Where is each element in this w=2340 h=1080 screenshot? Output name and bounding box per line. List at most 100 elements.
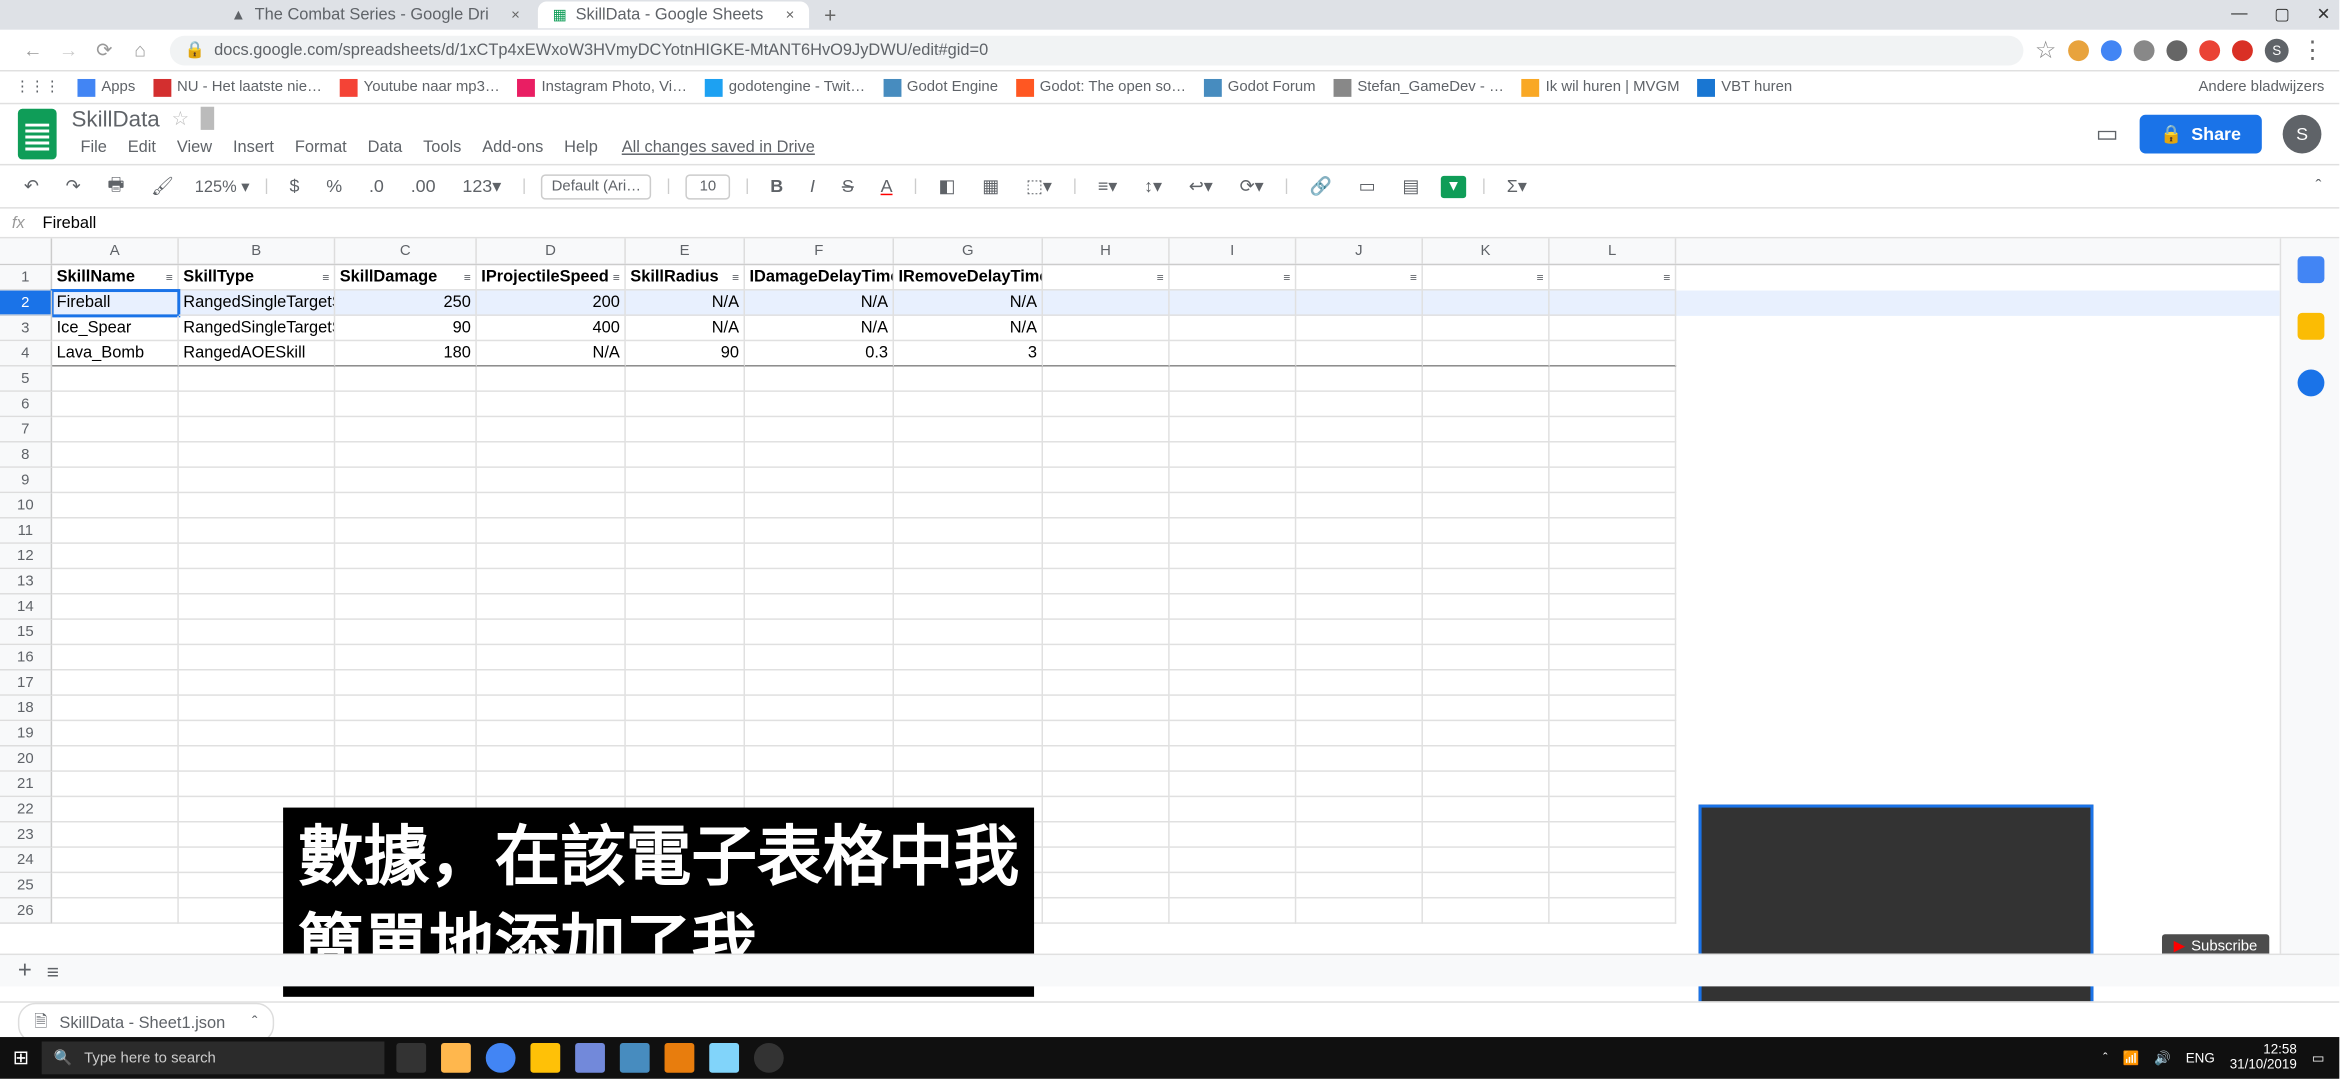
cell[interactable] (1043, 468, 1170, 493)
cell[interactable] (335, 569, 477, 594)
bookmark[interactable]: Godot Engine (883, 78, 998, 96)
filter-icon[interactable]: ≡ (166, 266, 173, 288)
cell[interactable]: Fireball (52, 291, 179, 316)
filter-icon[interactable]: ≡ (613, 266, 620, 288)
cell[interactable] (1170, 468, 1297, 493)
cell[interactable] (52, 746, 179, 771)
cell[interactable] (1423, 696, 1550, 721)
chevron-up-icon[interactable]: ˆ (252, 1014, 257, 1032)
cell[interactable] (477, 772, 626, 797)
cell[interactable] (1423, 721, 1550, 746)
forward-button[interactable]: → (55, 39, 82, 61)
halign-button[interactable]: ≡▾ (1092, 173, 1123, 200)
row-header[interactable]: 12 (0, 544, 52, 569)
cell[interactable] (477, 595, 626, 620)
cell[interactable] (179, 645, 335, 670)
row-header[interactable]: 6 (0, 392, 52, 417)
cell-header[interactable]: ≡ (1550, 265, 1677, 290)
cell[interactable] (1170, 544, 1297, 569)
cell[interactable] (626, 746, 745, 771)
cell[interactable] (335, 595, 477, 620)
cell[interactable] (894, 367, 1043, 392)
address-bar[interactable]: 🔒 docs.google.com/spreadsheets/d/1xCTp4x… (170, 35, 2023, 65)
cell[interactable] (1550, 443, 1677, 468)
share-button[interactable]: 🔒 Share (2139, 115, 2262, 154)
cell[interactable] (745, 645, 894, 670)
filter-icon[interactable]: ≡ (732, 266, 739, 288)
functions-button[interactable]: Σ▾ (1501, 173, 1533, 200)
wrap-button[interactable]: ↩▾ (1183, 173, 1219, 200)
cell[interactable] (1550, 746, 1677, 771)
cell[interactable] (1296, 519, 1423, 544)
cell[interactable] (52, 443, 179, 468)
cell[interactable] (894, 696, 1043, 721)
cell[interactable] (1423, 291, 1550, 316)
cell[interactable] (1043, 721, 1170, 746)
bookmark[interactable]: Godot Forum (1204, 78, 1316, 96)
bookmark[interactable]: NU - Het laatste nie… (153, 78, 322, 96)
row-header[interactable]: 25 (0, 873, 52, 898)
percent-button[interactable]: % (320, 173, 348, 200)
taskbar-search[interactable]: 🔍 Type here to search (42, 1042, 385, 1075)
valign-button[interactable]: ↕▾ (1138, 173, 1168, 200)
cell-header[interactable]: SkillName≡ (52, 265, 179, 290)
col-header[interactable]: J (1296, 238, 1423, 263)
cell[interactable] (52, 898, 179, 923)
cell[interactable] (626, 544, 745, 569)
cell[interactable] (477, 392, 626, 417)
cell[interactable]: N/A (745, 316, 894, 341)
cell-header[interactable]: SkillRadius≡ (626, 265, 745, 290)
cell[interactable]: N/A (626, 316, 745, 341)
calendar-icon[interactable] (2297, 256, 2324, 283)
row-header[interactable]: 1 (0, 265, 52, 290)
cell[interactable] (1043, 797, 1170, 822)
strike-button[interactable]: S (836, 173, 860, 200)
home-button[interactable]: ⌂ (127, 39, 154, 61)
cell[interactable] (894, 468, 1043, 493)
redo-button[interactable]: ↷ (60, 173, 87, 200)
cell[interactable] (1043, 822, 1170, 847)
user-avatar[interactable]: S (2283, 115, 2322, 154)
cell[interactable] (1170, 721, 1297, 746)
cell[interactable] (1550, 873, 1677, 898)
cell[interactable] (1550, 569, 1677, 594)
row-header[interactable]: 13 (0, 569, 52, 594)
filter-icon[interactable]: ≡ (1157, 266, 1164, 288)
cell[interactable] (52, 544, 179, 569)
cell[interactable] (1170, 873, 1297, 898)
cell[interactable] (52, 645, 179, 670)
row-header[interactable]: 17 (0, 671, 52, 696)
cell[interactable] (1170, 746, 1297, 771)
filter-button[interactable]: ▼ (1440, 175, 1467, 197)
cell-header[interactable]: ≡ (1043, 265, 1170, 290)
cell[interactable] (1043, 493, 1170, 518)
cell[interactable] (1170, 417, 1297, 442)
cell[interactable] (745, 417, 894, 442)
cell[interactable] (1550, 671, 1677, 696)
cell[interactable] (1296, 341, 1423, 366)
cell[interactable] (477, 443, 626, 468)
cell[interactable] (179, 569, 335, 594)
cell-header[interactable]: SkillDamage≡ (335, 265, 477, 290)
cell-header[interactable]: IRemoveDelayTime≡ (894, 265, 1043, 290)
print-button[interactable]: 🖶 (102, 168, 131, 205)
cell[interactable] (1550, 822, 1677, 847)
cell[interactable] (477, 417, 626, 442)
cell[interactable] (477, 493, 626, 518)
close-window-icon[interactable]: ✕ (2317, 4, 2331, 23)
cell[interactable] (1296, 569, 1423, 594)
cell[interactable] (1296, 291, 1423, 316)
cell[interactable] (1550, 620, 1677, 645)
cell[interactable] (1296, 595, 1423, 620)
cell[interactable] (477, 367, 626, 392)
keep-icon[interactable] (2297, 313, 2324, 340)
cell[interactable] (1296, 367, 1423, 392)
cell[interactable] (1423, 898, 1550, 923)
cell[interactable]: 200 (477, 291, 626, 316)
tasks-icon[interactable] (2297, 370, 2324, 397)
row-header[interactable]: 15 (0, 620, 52, 645)
cell[interactable] (1043, 417, 1170, 442)
cell[interactable] (52, 671, 179, 696)
cell[interactable] (1043, 772, 1170, 797)
bookmark[interactable]: Youtube naar mp3… (340, 78, 500, 96)
